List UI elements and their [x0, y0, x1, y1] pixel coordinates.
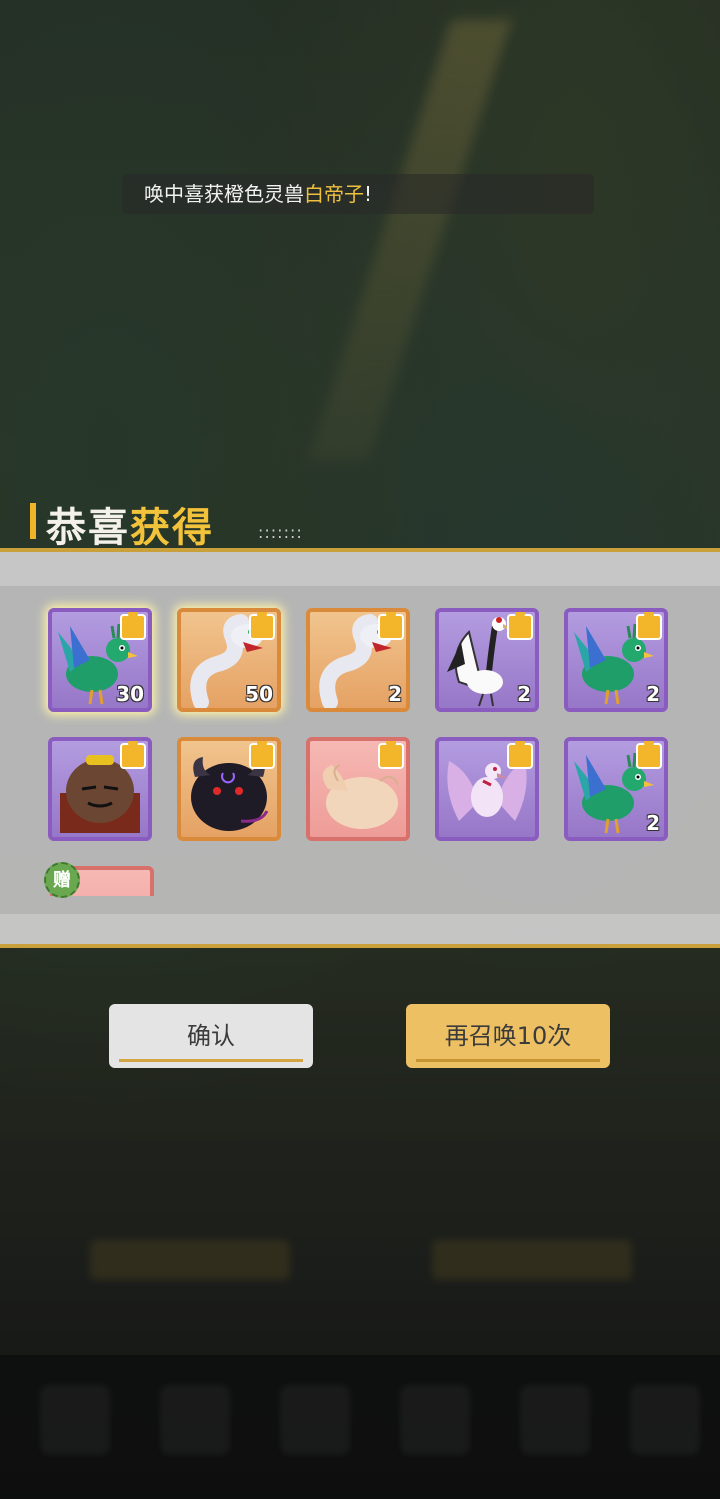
title-accent-bar: [30, 503, 36, 539]
reward-count: 2: [646, 682, 660, 706]
reward-title-bar: 恭喜获得 :::::::: [0, 495, 720, 553]
confirm-button-label: 确认: [187, 1022, 235, 1050]
reward-item-green-peacock[interactable]: 2: [564, 608, 668, 712]
reward-item-furry-brown-beast[interactable]: [48, 737, 152, 841]
fragment-piece-icon: [249, 612, 275, 640]
fragment-piece-icon: [378, 741, 404, 769]
notice-highlight: 白帝子: [304, 182, 364, 206]
fragment-piece-icon: [507, 612, 533, 640]
panel-bottom-border: [0, 944, 720, 948]
reward-item-green-peacock[interactable]: 2: [564, 737, 668, 841]
title-part1: 恭喜: [46, 505, 130, 551]
reward-title: 恭喜获得: [46, 495, 214, 553]
fragment-piece-icon: [120, 741, 146, 769]
reward-item-red-crowned-crane[interactable]: 2: [435, 608, 539, 712]
fragment-piece-icon: [249, 741, 275, 769]
reward-count: 50: [245, 682, 273, 706]
notice-suffix: !: [364, 182, 373, 206]
reward-count: 2: [388, 682, 402, 706]
fragment-piece-icon: [507, 741, 533, 769]
title-part2: 获得: [130, 505, 214, 551]
fragment-piece-icon: [636, 612, 662, 640]
reward-item-winged-bun[interactable]: [306, 737, 410, 841]
reward-item-pink-crane[interactable]: [435, 737, 539, 841]
broadcast-notice: 唤中喜获橙色灵兽白帝子!: [122, 174, 594, 214]
reward-count: 30: [116, 682, 144, 706]
fragment-piece-icon: [378, 612, 404, 640]
reward-item-black-bull[interactable]: [177, 737, 281, 841]
fragment-piece-icon: [636, 741, 662, 769]
reward-count: 2: [517, 682, 531, 706]
gift-badge: 赠: [44, 862, 80, 898]
confirm-button[interactable]: 确认: [109, 1004, 313, 1068]
notice-text: 唤中喜获橙色灵兽: [144, 182, 304, 206]
reward-item-green-peacock[interactable]: 30: [48, 608, 152, 712]
summon-again-label: 再召唤10次: [444, 1022, 572, 1050]
fragment-piece-icon: [120, 612, 146, 640]
summon-again-button[interactable]: 再召唤10次: [406, 1004, 610, 1068]
reward-item-white-serpent[interactable]: 2: [306, 608, 410, 712]
reward-count: 2: [646, 811, 660, 835]
reward-item-white-serpent[interactable]: 50: [177, 608, 281, 712]
title-dots: :::::::: [258, 523, 303, 542]
